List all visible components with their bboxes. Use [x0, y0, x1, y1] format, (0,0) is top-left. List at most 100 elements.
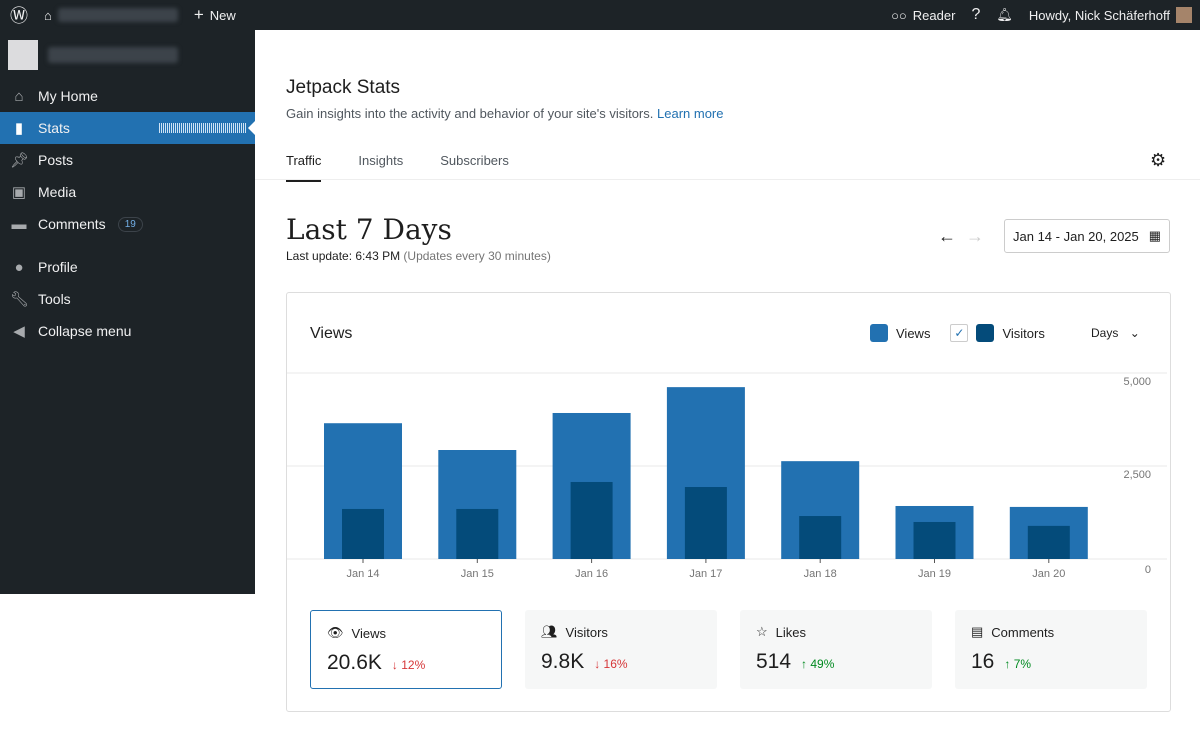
chart-card: Views Views ✓ Visitors Days ⌄ 02,5005,00… — [286, 292, 1171, 712]
sidebar-item-stats[interactable]: ▮Stats — [0, 112, 255, 144]
bar-visitors[interactable] — [456, 509, 498, 559]
plus-icon: + — [194, 5, 204, 25]
tile-change: ↓ 16% — [594, 657, 627, 671]
chevron-down-icon: ⌄ — [1130, 326, 1140, 340]
next-period-arrow-icon[interactable]: → — [966, 226, 984, 247]
visitors-checkbox[interactable]: ✓ — [950, 324, 968, 342]
reader-button[interactable]: ○○ Reader — [883, 0, 963, 30]
sidebar-item-label: My Home — [38, 88, 98, 104]
stat-tile-visitors[interactable]: 👥︎Visitors9.8K↓ 16% — [525, 610, 717, 689]
reader-label: Reader — [913, 8, 956, 23]
interval-label: Days — [1091, 326, 1118, 340]
update-note: (Updates every 30 minutes) — [403, 249, 550, 263]
gear-icon[interactable]: ⚙ — [1150, 150, 1166, 171]
greeting: Howdy, Nick Schäferhoff — [1029, 8, 1170, 23]
bar-visitors[interactable] — [571, 482, 613, 559]
glasses-icon: ○○ — [891, 8, 907, 23]
bar-visitors[interactable] — [799, 516, 841, 559]
date-range-label: Jan 14 - Jan 20, 2025 — [1013, 229, 1139, 244]
tile-label: Comments — [991, 625, 1054, 640]
bar-visitors[interactable] — [914, 522, 956, 559]
sidebar-item-media[interactable]: ▣ Media — [0, 176, 255, 208]
tile-label: Views — [352, 626, 386, 641]
visitors-swatch — [976, 324, 994, 342]
sidebar-item-label: Profile — [38, 259, 78, 275]
page-title: Jetpack Stats — [286, 77, 400, 99]
wrench-icon: 🔧︎ — [10, 290, 28, 308]
sidebar-item-tools[interactable]: 🔧︎ Tools — [0, 283, 255, 315]
tab-insights[interactable]: Insights — [358, 153, 403, 182]
admin-bar: Ⓦ ⌂ + New ○○ Reader ? 🔔︎ Howdy, Nick Schäf… — [0, 0, 1200, 30]
home-icon: ⌂ — [10, 88, 28, 105]
site-home-link[interactable]: ⌂ — [36, 0, 186, 30]
subtitle-text: Gain insights into the activity and beha… — [286, 106, 653, 121]
x-tick-label: Jan 14 — [346, 568, 379, 580]
sidebar-item-label: Posts — [38, 152, 73, 168]
tile-change: ↑ 49% — [801, 657, 834, 671]
comments-icon: ▤ — [971, 624, 983, 640]
star-icon: ☆ — [756, 624, 768, 640]
sidebar-item-collapse-menu[interactable]: ◀Collapse menu — [0, 315, 255, 347]
sidebar-item-label: Tools — [38, 291, 71, 307]
user-icon: ● — [10, 259, 28, 276]
sidebar-item-label: Media — [38, 184, 76, 200]
bar-visitors[interactable] — [1028, 526, 1070, 559]
sidebar-item-comments[interactable]: ▬Comments19 — [0, 208, 255, 240]
help-icon[interactable]: ? — [963, 0, 988, 30]
site-name-blurred — [58, 8, 178, 22]
wordpress-logo-icon[interactable]: Ⓦ — [0, 0, 36, 30]
x-tick-label: Jan 16 — [575, 568, 608, 580]
stat-tile-views[interactable]: 👁︎Views20.6K↓ 12% — [310, 610, 502, 689]
eye-icon: 👁︎ — [327, 625, 344, 641]
tab-divider — [255, 179, 1200, 180]
views-swatch — [870, 324, 888, 342]
x-tick-label: Jan 15 — [461, 568, 494, 580]
site-switcher[interactable] — [0, 30, 255, 80]
period-title: Last 7 Days — [286, 213, 452, 246]
tab-subscribers[interactable]: Subscribers — [440, 153, 509, 182]
y-tick-label: 2,500 — [1123, 469, 1151, 481]
comments-count-badge: 19 — [118, 217, 143, 232]
x-tick-label: Jan 19 — [918, 568, 951, 580]
home-icon: ⌂ — [44, 8, 52, 23]
tile-value: 20.6K — [327, 651, 382, 675]
notifications-icon[interactable]: 🔔︎ — [988, 0, 1021, 30]
sidebar: ⌂My Home▮Stats📌︎Posts▣Media▬Comments19●P… — [0, 30, 255, 594]
interval-select[interactable]: Days ⌄ — [1091, 326, 1140, 340]
page-subtitle: Gain insights into the activity and beha… — [286, 106, 724, 121]
stat-tile-likes[interactable]: ☆ Likes 514 ↑ 49% — [740, 610, 932, 689]
legend-views: Views — [896, 326, 930, 341]
chart-legend: Views ✓ Visitors — [870, 324, 1045, 342]
date-range-picker[interactable]: Jan 14 - Jan 20, 2025 ▦ — [1004, 219, 1170, 253]
last-update-time: Last update: 6:43 PM — [286, 249, 400, 263]
site-icon — [8, 40, 38, 70]
pin-icon: 📌︎ — [10, 151, 28, 169]
y-tick-label: 0 — [1145, 564, 1151, 576]
new-label: New — [210, 8, 236, 23]
sidebar-item-profile[interactable]: ● Profile — [0, 251, 255, 283]
bar-visitors[interactable] — [685, 487, 727, 559]
account-menu[interactable]: Howdy, Nick Schäferhoff — [1021, 0, 1200, 30]
bar-visitors[interactable] — [342, 509, 384, 559]
sidebar-item-posts[interactable]: 📌︎ Posts — [0, 144, 255, 176]
new-button[interactable]: + New — [186, 0, 244, 30]
tile-change: ↑ 7% — [1004, 657, 1031, 671]
sidebar-item-label: Comments — [38, 216, 106, 232]
tile-label: Likes — [776, 625, 806, 640]
previous-period-arrow-icon[interactable]: ← — [938, 226, 956, 247]
last-update: Last update: 6:43 PM (Updates every 30 m… — [286, 249, 551, 263]
tab-traffic[interactable]: Traffic — [286, 153, 321, 182]
sparkline — [159, 123, 247, 133]
stat-tile-comments[interactable]: ▤Comments16↑ 7% — [955, 610, 1147, 689]
views-chart: 02,5005,000Jan 14Jan 15Jan 16Jan 17Jan 1… — [287, 368, 1170, 588]
learn-more-link[interactable]: Learn more — [657, 106, 723, 121]
calendar-icon: ▦ — [1149, 228, 1161, 244]
sidebar-item-my-home[interactable]: ⌂ My Home — [0, 80, 255, 112]
tile-value: 9.8K — [541, 650, 584, 674]
tile-value: 514 — [756, 650, 791, 674]
media-icon: ▣ — [10, 183, 28, 201]
chart-title: Views — [310, 325, 352, 343]
collapse-icon: ◀ — [10, 322, 28, 340]
sidebar-item-label: Stats — [38, 120, 70, 136]
tile-label: Visitors — [566, 625, 608, 640]
